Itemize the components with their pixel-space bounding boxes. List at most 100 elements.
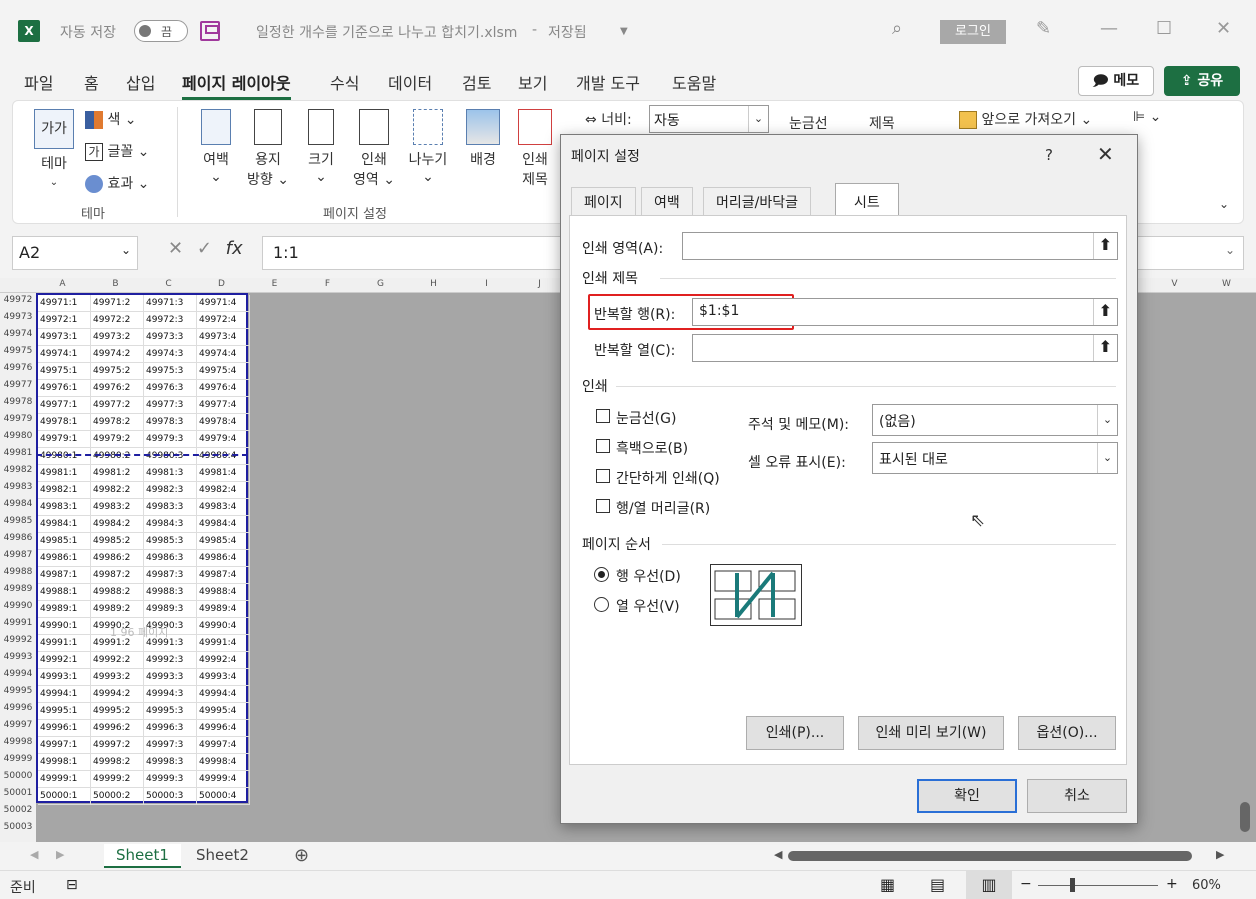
table-cell[interactable]: 49985:3	[144, 533, 197, 550]
row-header[interactable]: 49985	[0, 516, 36, 526]
autosave-toggle[interactable]: 끔	[134, 20, 188, 42]
memo-button[interactable]: 🗩 메모	[1078, 66, 1154, 96]
next-sheet-icon[interactable]: ▶	[56, 848, 64, 861]
table-cell[interactable]: 49974:1	[38, 346, 91, 363]
table-cell[interactable]: 49979:2	[91, 431, 144, 448]
zoom-out-icon[interactable]: −	[1020, 876, 1032, 892]
size-button[interactable]: 크기 ⌄	[303, 109, 339, 185]
table-cell[interactable]: 49979:3	[144, 431, 197, 448]
table-cell[interactable]: 49982:1	[38, 482, 91, 499]
row-header[interactable]: 49989	[0, 584, 36, 594]
table-cell[interactable]: 49985:1	[38, 533, 91, 550]
table-cell[interactable]: 49996:2	[91, 720, 144, 737]
row-header[interactable]: 49981	[0, 448, 36, 458]
row-header[interactable]: 49975	[0, 346, 36, 356]
table-cell[interactable]: 49975:4	[197, 363, 250, 380]
table-cell[interactable]: 49980:1	[38, 448, 91, 465]
table-cell[interactable]: 49997:1	[38, 737, 91, 754]
table-cell[interactable]: 49995:2	[91, 703, 144, 720]
row-header[interactable]: 49973	[0, 312, 36, 322]
table-cell[interactable]: 49978:3	[144, 414, 197, 431]
table-cell[interactable]: 49999:1	[38, 771, 91, 788]
table-cell[interactable]: 49993:2	[91, 669, 144, 686]
table-cell[interactable]: 49980:3	[144, 448, 197, 465]
table-cell[interactable]: 49993:3	[144, 669, 197, 686]
table-cell[interactable]: 49988:3	[144, 584, 197, 601]
dialog-close-icon[interactable]: ✕	[1097, 142, 1114, 166]
table-cell[interactable]: 49995:4	[197, 703, 250, 720]
table-cell[interactable]: 49987:3	[144, 567, 197, 584]
table-cell[interactable]: 49971:4	[197, 295, 250, 312]
row-header[interactable]: 49976	[0, 363, 36, 373]
rows-repeat-input[interactable]: $1:$1 ⬆	[692, 298, 1118, 326]
tab-view[interactable]: 보기	[518, 70, 547, 94]
dialog-tab-sheet[interactable]: 시트	[835, 183, 899, 217]
row-header[interactable]: 50002	[0, 805, 36, 815]
table-cell[interactable]: 49992:4	[197, 652, 250, 669]
tab-formulas[interactable]: 수식	[330, 70, 359, 94]
row-header[interactable]: 49983	[0, 482, 36, 492]
row-col-headings-checkbox[interactable]	[596, 499, 610, 513]
table-cell[interactable]: 49972:2	[91, 312, 144, 329]
table-cell[interactable]: 49979:1	[38, 431, 91, 448]
table-cell[interactable]: 49976:2	[91, 380, 144, 397]
table-cell[interactable]: 49993:1	[38, 669, 91, 686]
table-cell[interactable]: 49989:4	[197, 601, 250, 618]
table-cell[interactable]: 49978:1	[38, 414, 91, 431]
table-cell[interactable]: 49987:4	[197, 567, 250, 584]
black-white-checkbox[interactable]	[596, 439, 610, 453]
table-cell[interactable]: 49972:1	[38, 312, 91, 329]
ok-button[interactable]: 확인	[917, 779, 1017, 813]
column-header[interactable]: H	[407, 279, 460, 289]
row-header[interactable]: 49993	[0, 652, 36, 662]
normal-view-icon[interactable]: ▦	[880, 875, 895, 894]
share-button[interactable]: ⇪ 공유	[1164, 66, 1240, 96]
table-cell[interactable]: 49998:1	[38, 754, 91, 771]
cell-grid[interactable]: 49971:1 49971:2 49971:3 49971:4 49972:1 49972…	[36, 293, 250, 805]
background-button[interactable]: 배경	[463, 109, 503, 169]
table-cell[interactable]: 49981:2	[91, 465, 144, 482]
print-titles-button[interactable]: 인쇄 제목	[515, 109, 555, 189]
column-header[interactable]: J	[513, 279, 566, 289]
table-cell[interactable]: 49973:4	[197, 329, 250, 346]
table-cell[interactable]: 49977:3	[144, 397, 197, 414]
table-cell[interactable]: 49999:3	[144, 771, 197, 788]
table-cell[interactable]: 49992:1	[38, 652, 91, 669]
column-header[interactable]: F	[301, 279, 354, 289]
table-cell[interactable]: 49986:2	[91, 550, 144, 567]
tab-file[interactable]: 파일	[24, 70, 53, 94]
table-cell[interactable]: 49975:1	[38, 363, 91, 380]
table-cell[interactable]: 49982:3	[144, 482, 197, 499]
row-header[interactable]: 49977	[0, 380, 36, 390]
table-cell[interactable]: 49972:3	[144, 312, 197, 329]
search-icon[interactable]: ⌕	[892, 18, 902, 39]
down-then-over-radio[interactable]	[594, 567, 609, 582]
table-cell[interactable]: 49995:1	[38, 703, 91, 720]
row-header[interactable]: 49995	[0, 686, 36, 696]
row-header[interactable]: 49980	[0, 431, 36, 441]
row-header[interactable]: 49994	[0, 669, 36, 679]
table-cell[interactable]: 49973:1	[38, 329, 91, 346]
table-cell[interactable]: 50000:1	[38, 788, 91, 805]
row-header[interactable]: 49979	[0, 414, 36, 424]
maximize-icon[interactable]: ☐	[1156, 18, 1172, 39]
page-layout-view-icon[interactable]: ▤	[930, 875, 945, 894]
row-header[interactable]: 49992	[0, 635, 36, 645]
draft-quality-checkbox[interactable]	[596, 469, 610, 483]
table-cell[interactable]: 49981:4	[197, 465, 250, 482]
row-header[interactable]: 49991	[0, 618, 36, 628]
bring-forward-button[interactable]: 앞으로 가져오기 ⌄	[959, 109, 1092, 129]
table-cell[interactable]: 49972:4	[197, 312, 250, 329]
orientation-button[interactable]: 용지 방향 ⌄	[245, 109, 291, 189]
table-cell[interactable]: 49983:2	[91, 499, 144, 516]
table-cell[interactable]: 49997:2	[91, 737, 144, 754]
zoom-in-icon[interactable]: +	[1166, 876, 1178, 892]
vertical-scrollbar[interactable]	[1240, 802, 1250, 832]
options-button[interactable]: 옵션(O)...	[1018, 716, 1116, 750]
row-header[interactable]: 49987	[0, 550, 36, 560]
chevron-down-icon[interactable]: ▼	[620, 26, 628, 37]
tab-data[interactable]: 데이터	[388, 70, 432, 94]
login-button[interactable]: 로그인	[940, 20, 1006, 44]
table-cell[interactable]: 49980:4	[197, 448, 250, 465]
table-cell[interactable]: 49993:4	[197, 669, 250, 686]
